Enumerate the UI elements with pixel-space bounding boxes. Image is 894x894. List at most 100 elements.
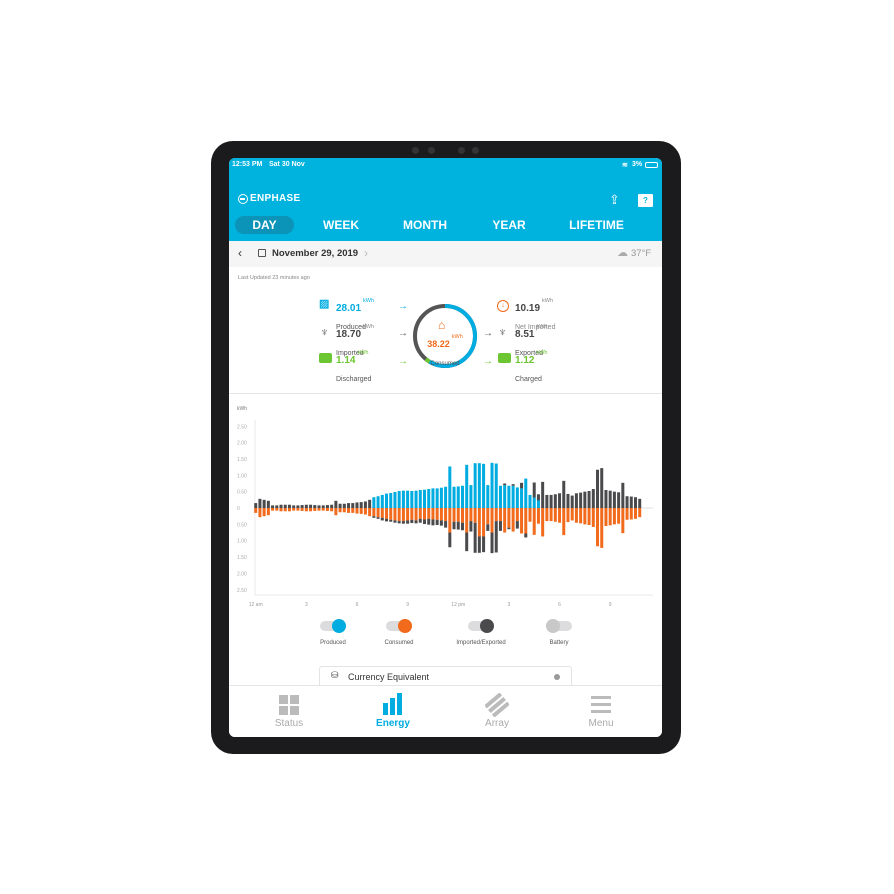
info-icon[interactable] xyxy=(554,674,560,680)
consumed-bar xyxy=(368,508,372,517)
consumed-bar xyxy=(465,508,469,533)
imported-bar xyxy=(596,469,600,508)
exported-bar xyxy=(444,521,448,528)
y-tick-label: 0.50 xyxy=(237,490,247,496)
legend-toggle-battery[interactable] xyxy=(546,619,572,633)
selected-date[interactable]: November 29, 2019 xyxy=(272,248,358,259)
legend-label: Battery xyxy=(549,640,569,646)
produced-bar xyxy=(473,463,477,508)
share-icon[interactable]: ⇪ xyxy=(609,192,620,208)
produced-bar xyxy=(423,489,426,508)
charged-value: 1.12 xyxy=(515,355,535,366)
produced-bar xyxy=(431,488,435,508)
produced-bar xyxy=(444,486,448,508)
y-tick-label: 1.00 xyxy=(237,539,247,545)
consumed-bar xyxy=(536,508,540,524)
consumed-bar xyxy=(376,508,380,518)
x-tick-label: 9 xyxy=(406,602,409,608)
produced-bar xyxy=(482,463,486,508)
x-tick-label: 9 xyxy=(609,602,612,608)
nav-energy[interactable]: Energy xyxy=(339,686,447,737)
consumed-bar xyxy=(334,508,338,516)
wifi-icon: ≋ xyxy=(622,162,628,169)
tab-month[interactable]: MONTH xyxy=(395,216,455,234)
legend-toggle-produced[interactable] xyxy=(320,619,346,633)
consumed-bar xyxy=(397,508,401,522)
imported-bar xyxy=(351,503,355,508)
prev-day-icon[interactable]: ‹ xyxy=(238,246,242,260)
app-header: 12:53 PM Sat 30 Nov ≋ 3% ENPHASE ⇪ ? DAY… xyxy=(229,158,662,241)
produced-bar xyxy=(503,485,507,508)
consumed-bar xyxy=(275,508,279,511)
consumed-bar xyxy=(486,508,490,525)
exported-bar xyxy=(473,522,477,553)
energy-chart[interactable]: kWh 2.50 2.00 1.50 1.00 0.50 0 0.50 1.00 1.50 2.00… xyxy=(229,398,662,613)
imported-value: 18.70 xyxy=(336,329,362,340)
nav-array[interactable]: Array xyxy=(443,686,551,737)
consumed-bar xyxy=(549,508,553,522)
next-day-icon[interactable]: › xyxy=(364,246,368,260)
imported-bar xyxy=(304,504,308,508)
exported-bar xyxy=(482,536,486,553)
nav-array-label: Array xyxy=(485,718,509,729)
help-icon[interactable]: ? xyxy=(638,194,653,207)
tab-lifetime[interactable]: LIFETIME xyxy=(564,216,629,234)
consumed-bar xyxy=(562,508,566,536)
consumed-bar xyxy=(283,508,287,512)
consumed-bar xyxy=(439,508,443,521)
consumed-bar xyxy=(596,508,600,547)
consumed-bar xyxy=(553,508,557,522)
consumed-bar xyxy=(254,508,258,513)
consumed-bar xyxy=(313,508,317,511)
consumed-bar xyxy=(452,508,456,522)
exported-value: 8.51 xyxy=(515,329,535,340)
consumed-bar xyxy=(385,508,389,519)
camera xyxy=(412,147,419,154)
tab-year[interactable]: YEAR xyxy=(479,216,539,234)
x-tick-label: 6 xyxy=(558,602,561,608)
toggle-knob xyxy=(546,619,560,633)
tab-day[interactable]: DAY xyxy=(235,216,294,234)
produced-bar xyxy=(507,485,511,508)
legend-label: Produced xyxy=(320,640,346,646)
imported-bar xyxy=(292,505,296,508)
consumed-bar xyxy=(321,508,325,511)
imported-bar xyxy=(271,505,275,508)
consumed-bar xyxy=(427,508,431,519)
calendar-icon[interactable] xyxy=(258,249,266,257)
legend-toggle-consumed[interactable] xyxy=(386,619,412,633)
consumed-bar xyxy=(317,508,321,511)
imported-bar xyxy=(532,482,536,498)
brand-logo: ENPHASE xyxy=(250,193,301,204)
imported-bar xyxy=(553,494,557,508)
arrow-right-icon: → xyxy=(398,328,408,339)
nav-status[interactable]: Status xyxy=(235,686,343,737)
consumed-bar xyxy=(503,508,507,533)
consumed-bar xyxy=(574,508,578,523)
imported-bar xyxy=(549,494,553,508)
imported-bar xyxy=(520,482,524,489)
exported-bar xyxy=(385,518,389,522)
consumed-bar xyxy=(262,508,266,517)
produced-bar xyxy=(393,491,397,508)
consumed-bar xyxy=(600,508,604,548)
imported-bar xyxy=(275,505,279,508)
imported-bar xyxy=(570,495,574,508)
imported-bar xyxy=(562,480,566,508)
nav-menu[interactable]: Menu xyxy=(547,686,655,737)
consumed-bar xyxy=(338,508,342,513)
last-updated: Last Updated 23 minutes ago xyxy=(238,275,310,281)
nav-energy-label: Energy xyxy=(376,718,410,729)
arrow-right-icon: → xyxy=(483,328,493,339)
imported-bar xyxy=(325,505,329,508)
legend-toggle-imported-exported[interactable] xyxy=(468,619,494,633)
consumed-bar xyxy=(460,508,464,523)
consumed-bar xyxy=(410,508,414,520)
consumed-bar xyxy=(325,508,329,511)
produced-bar xyxy=(435,488,439,508)
exported-bar xyxy=(397,521,401,524)
consumed-bar xyxy=(634,508,637,519)
tab-week[interactable]: WEEK xyxy=(311,216,371,234)
consumed-bar xyxy=(309,508,313,512)
produced-bar xyxy=(511,485,515,508)
